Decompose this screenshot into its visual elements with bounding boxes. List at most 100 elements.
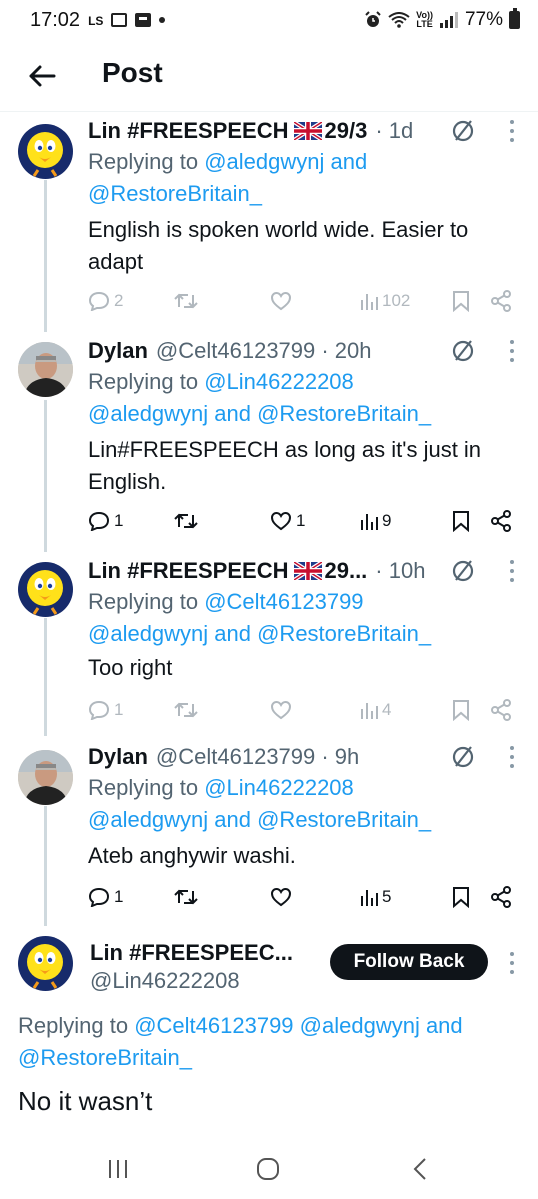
battery-percent: 77% [464, 9, 503, 30]
display-name-suffix: 29/3 [324, 118, 368, 143]
home-button[interactable] [248, 1154, 288, 1184]
bookmark-button[interactable] [452, 697, 470, 723]
comment-icon [88, 291, 110, 311]
bar-chart-icon [361, 514, 378, 530]
main-tweet-text: No it wasn’t [18, 1086, 153, 1116]
main-tweet-avatar[interactable] [18, 936, 73, 991]
share-button[interactable] [490, 288, 512, 314]
share-button[interactable] [490, 508, 512, 534]
views-button[interactable]: 4 [360, 697, 391, 723]
like-button[interactable] [270, 288, 292, 314]
wallet-notification-icon [135, 13, 152, 27]
grok-icon[interactable] [450, 118, 476, 144]
mention-link[interactable]: @aledgwynj and [204, 149, 367, 174]
views-button[interactable]: 102 [360, 288, 410, 314]
back-button[interactable] [24, 58, 60, 94]
main-tweet-handle[interactable]: @Lin46222208 [90, 968, 240, 994]
status-time: 17:02 [30, 8, 81, 31]
handle-and-time: @Celt46123799 · 20h [155, 338, 372, 363]
display-name[interactable]: Lin #FREESPEECH [88, 558, 288, 584]
reply-count: 1 [114, 887, 124, 906]
like-button[interactable] [270, 697, 292, 723]
mention-link[interactable]: @Celt46123799 [204, 589, 363, 614]
reply-button[interactable]: 1 [88, 884, 123, 910]
grok-icon[interactable] [450, 744, 476, 770]
reply-count: 2 [114, 291, 124, 310]
display-name[interactable]: Dylan [88, 744, 148, 770]
comment-icon [88, 511, 110, 531]
more-options-icon[interactable] [508, 746, 516, 768]
arrow-left-icon [29, 65, 56, 87]
repost-button[interactable] [174, 884, 198, 910]
uk-flag-icon [294, 122, 323, 140]
status-bar: 17:02 LS Vo)) LTE 77% [0, 0, 538, 40]
avatar[interactable] [18, 124, 73, 179]
views-button[interactable]: 5 [360, 884, 391, 910]
ls-indicator: LS [88, 14, 104, 28]
like-button[interactable] [270, 884, 292, 910]
share-icon [491, 699, 511, 721]
repost-icon [174, 293, 198, 309]
mention-link[interactable]: @aledgwynj and @RestoreBritain_ [88, 401, 431, 426]
avatar[interactable] [18, 750, 73, 805]
thread-tweet[interactable]: Lin #FREESPEECH 29/3 · 1d Replying to @a… [0, 118, 538, 318]
mention-link[interactable]: @aledgwynj and @RestoreBritain_ [88, 621, 431, 646]
tweet-text: Too right [88, 655, 173, 680]
uk-flag-icon [294, 562, 323, 580]
bar-chart-icon [361, 294, 378, 310]
bookmark-button[interactable] [452, 884, 470, 910]
mention-link[interactable]: @aledgwynj and @RestoreBritain_ [88, 807, 431, 832]
main-tweet-display-name[interactable]: Lin #FREESPEEC... [90, 940, 293, 966]
grok-icon[interactable] [450, 338, 476, 364]
volte-indicator: Vo)) LTE [416, 10, 433, 29]
recent-apps-button[interactable] [98, 1154, 138, 1184]
repost-button[interactable] [174, 508, 198, 534]
display-name[interactable]: Lin #FREESPEECH [88, 118, 288, 144]
repost-icon [174, 889, 198, 905]
heart-icon [270, 291, 292, 311]
more-options-icon[interactable] [508, 952, 516, 974]
display-name-suffix: 29... [324, 558, 368, 583]
alarm-icon [365, 11, 381, 27]
bookmark-icon [453, 511, 469, 532]
thread-tweet[interactable]: Lin #FREESPEECH 29... · 10h Replying to … [0, 558, 538, 728]
tweet-text: Lin#FREESPEECH as long as it's just in E… [88, 437, 482, 494]
repost-icon [174, 513, 198, 529]
bookmark-button[interactable] [452, 508, 470, 534]
avatar[interactable] [18, 562, 73, 617]
heart-icon [270, 511, 292, 531]
more-options-icon[interactable] [508, 340, 516, 362]
mention-link[interactable]: @RestoreBritain_ [88, 181, 262, 206]
mention-link[interactable]: @Lin46222208 [204, 775, 354, 800]
repost-button[interactable] [174, 288, 198, 314]
more-options-icon[interactable] [508, 120, 516, 142]
follow-back-button[interactable]: Follow Back [330, 944, 488, 980]
display-name[interactable]: Dylan [88, 338, 148, 364]
view-count: 5 [382, 887, 392, 906]
android-nav-bar [0, 1140, 538, 1199]
chevron-left-icon [413, 1158, 426, 1180]
thread-tweet[interactable]: Dylan @Celt46123799 · 9h Replying to @Li… [0, 744, 538, 914]
comment-icon [88, 887, 110, 907]
thread-tweet[interactable]: Dylan @Celt46123799 · 20h Replying to @L… [0, 338, 538, 538]
grok-icon[interactable] [450, 558, 476, 584]
bookmark-icon [453, 700, 469, 721]
page-title: Post [102, 57, 163, 88]
views-button[interactable]: 9 [360, 508, 391, 534]
reply-button[interactable]: 1 [88, 697, 123, 723]
more-notifications-icon [159, 17, 166, 23]
bookmark-button[interactable] [452, 288, 470, 314]
like-button[interactable]: 1 [270, 508, 305, 534]
mention-link[interactable]: @Lin46222208 [204, 369, 354, 394]
avatar[interactable] [18, 342, 73, 397]
reply-button[interactable]: 1 [88, 508, 123, 534]
reply-button[interactable]: 2 [88, 288, 123, 314]
repost-button[interactable] [174, 697, 198, 723]
share-button[interactable] [490, 697, 512, 723]
more-options-icon[interactable] [508, 560, 516, 582]
recent-apps-icon [109, 1160, 127, 1178]
share-button[interactable] [490, 884, 512, 910]
tweet-actions: 1 1 9 [88, 508, 518, 534]
back-nav-button[interactable] [400, 1154, 440, 1184]
share-icon [491, 886, 511, 908]
